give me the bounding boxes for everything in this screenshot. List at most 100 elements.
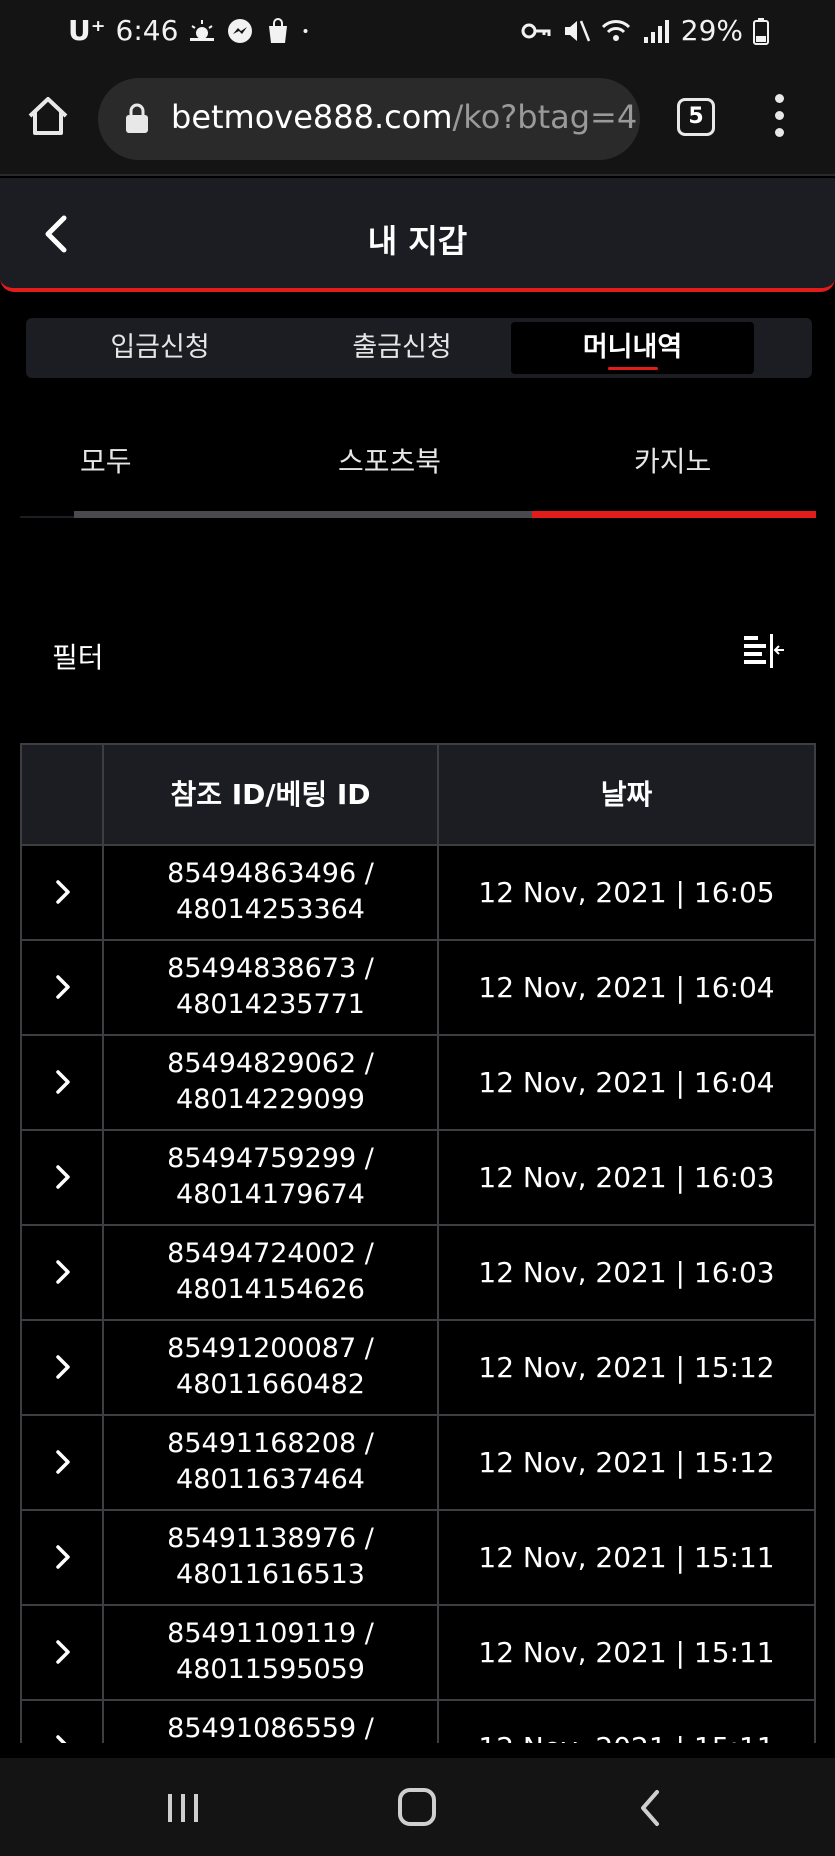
lock-icon <box>126 103 148 133</box>
table-row[interactable]: 85491200087 / 48011660482 12 Nov, 2021 | 1… <box>20 1321 816 1416</box>
tab-money-history[interactable]: 머니내역 <box>511 322 754 374</box>
status-bar: U⁺ 6:46 29% <box>0 0 835 66</box>
expand-row-cell[interactable] <box>22 1416 104 1509</box>
filter-collapse-icon[interactable] <box>742 632 786 672</box>
date-cell: 12 Nov, 2021 | 16:05 <box>478 876 775 909</box>
reference-id: 85491138976 / <box>167 1523 374 1554</box>
expand-row-cell[interactable] <box>22 1226 104 1319</box>
home-icon[interactable] <box>26 94 70 138</box>
expand-row-cell[interactable] <box>22 1036 104 1129</box>
ref-bet-id-cell: 85491086559 / <box>104 1701 439 1743</box>
filter-label[interactable]: 필터 <box>52 636 104 676</box>
ref-bet-id-cell: 85491168208 / 48011637464 <box>104 1416 439 1509</box>
header-cell-ref-bet-id: 참조 ID/베팅 ID <box>104 745 439 844</box>
clock: 6:46 <box>115 14 179 47</box>
date-cell: 12 Nov, 2021 | 16:03 <box>478 1256 775 1289</box>
chevron-right-icon <box>56 1640 70 1664</box>
bet-id: 48011616513 <box>176 1559 365 1590</box>
expand-row-cell[interactable] <box>22 1701 104 1743</box>
date-cell: 12 Nov, 2021 | 16:03 <box>478 1161 775 1194</box>
subtab-sportsbook[interactable]: 스포츠북 <box>338 440 441 480</box>
messenger-icon <box>228 18 253 43</box>
tab-switcher-button[interactable]: 5 <box>677 98 715 136</box>
date-cell: 12 Nov, 2021 | 15:11 <box>478 1541 775 1574</box>
ref-bet-id-cell: 85491109119 / 48011595059 <box>104 1606 439 1699</box>
bet-id: 48014229099 <box>176 1084 365 1115</box>
expand-row-cell[interactable] <box>22 846 104 939</box>
reference-id: 85494838673 / <box>167 953 374 984</box>
bet-id: 48014154626 <box>176 1274 365 1305</box>
reference-id: 85491109119 / <box>167 1618 374 1649</box>
reference-id: 85491200087 / <box>167 1333 374 1364</box>
ref-bet-id-cell: 85494829062 / 48014229099 <box>104 1036 439 1129</box>
table-row[interactable]: 85494724002 / 48014154626 12 Nov, 2021 | 1… <box>20 1226 816 1321</box>
battery-percent: 29% <box>680 14 743 47</box>
wifi-icon <box>601 19 630 41</box>
bet-id: 48014253364 <box>176 894 365 925</box>
reference-id: 85491086559 / <box>167 1713 374 1743</box>
expand-row-cell[interactable] <box>22 1511 104 1604</box>
chevron-right-icon <box>56 1165 70 1189</box>
chevron-right-icon <box>56 1735 67 1743</box>
reference-id: 85494863496 / <box>167 858 374 889</box>
carrier-label: U⁺ <box>68 14 106 47</box>
date-cell: 12 Nov, 2021 | 15:11 <box>478 1636 775 1669</box>
back-nav-icon[interactable] <box>637 1788 663 1828</box>
expand-row-cell[interactable] <box>22 1321 104 1414</box>
recent-apps-icon[interactable] <box>166 1792 200 1824</box>
date-cell: 12 Nov, 2021 | 15:12 <box>478 1446 775 1479</box>
address-bar[interactable]: betmove888.com/ko?btag=4 <box>98 78 640 160</box>
chevron-right-icon <box>56 1355 70 1379</box>
home-nav-icon[interactable] <box>398 1788 436 1826</box>
table-header: 참조 ID/베팅 ID 날짜 <box>20 743 816 846</box>
expand-row-cell[interactable] <box>22 1131 104 1224</box>
date-cell: 12 Nov, 2021 | 15:12 <box>478 1351 775 1384</box>
bet-id: 48011637464 <box>176 1464 365 1495</box>
table-row[interactable]: 85491109119 / 48011595059 12 Nov, 2021 | 1… <box>20 1606 816 1701</box>
reference-id: 85494829062 / <box>167 1048 374 1079</box>
chevron-right-icon <box>56 975 70 999</box>
browser-toolbar: betmove888.com/ko?btag=4 5 <box>0 66 835 176</box>
date-cell: 12 Nov, 2021 | 16:04 <box>478 1066 775 1099</box>
table-row[interactable]: 85494829062 / 48014229099 12 Nov, 2021 | 1… <box>20 1036 816 1131</box>
notification-dot-icon <box>303 28 308 33</box>
weather-icon <box>190 19 215 41</box>
table-row[interactable]: 85494759299 / 48014179674 12 Nov, 2021 | 1… <box>20 1131 816 1226</box>
chevron-right-icon <box>56 1545 70 1569</box>
table-row[interactable]: 85494863496 / 48014253364 12 Nov, 2021 | 1… <box>20 846 816 941</box>
expand-row-cell[interactable] <box>22 1606 104 1699</box>
bet-id: 48011595059 <box>176 1654 365 1685</box>
table-row[interactable]: 85491168208 / 48011637464 12 Nov, 2021 | 1… <box>20 1416 816 1511</box>
table-row[interactable]: 85494838673 / 48014235771 12 Nov, 2021 | 1… <box>20 941 816 1036</box>
table-row[interactable]: 85491086559 / 12 Nov, 2021 | 15:11 <box>20 1701 816 1743</box>
expand-row-cell[interactable] <box>22 941 104 1034</box>
chevron-right-icon <box>56 880 70 904</box>
money-history-table: 참조 ID/베팅 ID 날짜 85494863496 / 48014253364 1… <box>20 743 816 1743</box>
reference-id: 85494724002 / <box>167 1238 374 1269</box>
ref-bet-id-cell: 85494759299 / 48014179674 <box>104 1131 439 1224</box>
subtab-track <box>74 511 532 518</box>
bet-id: 48014179674 <box>176 1179 365 1210</box>
header-cell-expand <box>22 745 104 844</box>
browser-menu-icon[interactable] <box>772 94 786 140</box>
subtab-active-indicator <box>532 511 816 518</box>
subtab-casino[interactable]: 카지노 <box>634 440 711 480</box>
chevron-right-icon <box>56 1070 70 1094</box>
date-cell: 12 Nov, 2021 | 16:04 <box>478 971 775 1004</box>
bet-id: 48014235771 <box>176 989 365 1020</box>
subtab-all[interactable]: 모두 <box>80 440 132 480</box>
date-cell: 12 Nov, 2021 | 15:11 <box>439 1701 814 1743</box>
header-cell-date: 날짜 <box>600 778 653 811</box>
table-row[interactable]: 85491138976 / 48011616513 12 Nov, 2021 | 1… <box>20 1511 816 1606</box>
tab-withdrawal-request[interactable]: 출금신청 <box>282 322 522 374</box>
ref-bet-id-cell: 85494838673 / 48014235771 <box>104 941 439 1034</box>
ref-bet-id-cell: 85491138976 / 48011616513 <box>104 1511 439 1604</box>
active-tab-indicator <box>607 367 658 370</box>
battery-icon <box>753 17 769 45</box>
url-text: betmove888.com/ko?btag=4 <box>171 98 638 136</box>
wallet-segment-tabs: 입금신청 출금신청 머니내역 <box>26 318 812 378</box>
reference-id: 85491168208 / <box>167 1428 374 1459</box>
tab-deposit-request[interactable]: 입금신청 <box>40 322 280 374</box>
table-body: 85494863496 / 48014253364 12 Nov, 2021 | 1… <box>20 846 816 1743</box>
chevron-right-icon <box>56 1260 70 1284</box>
